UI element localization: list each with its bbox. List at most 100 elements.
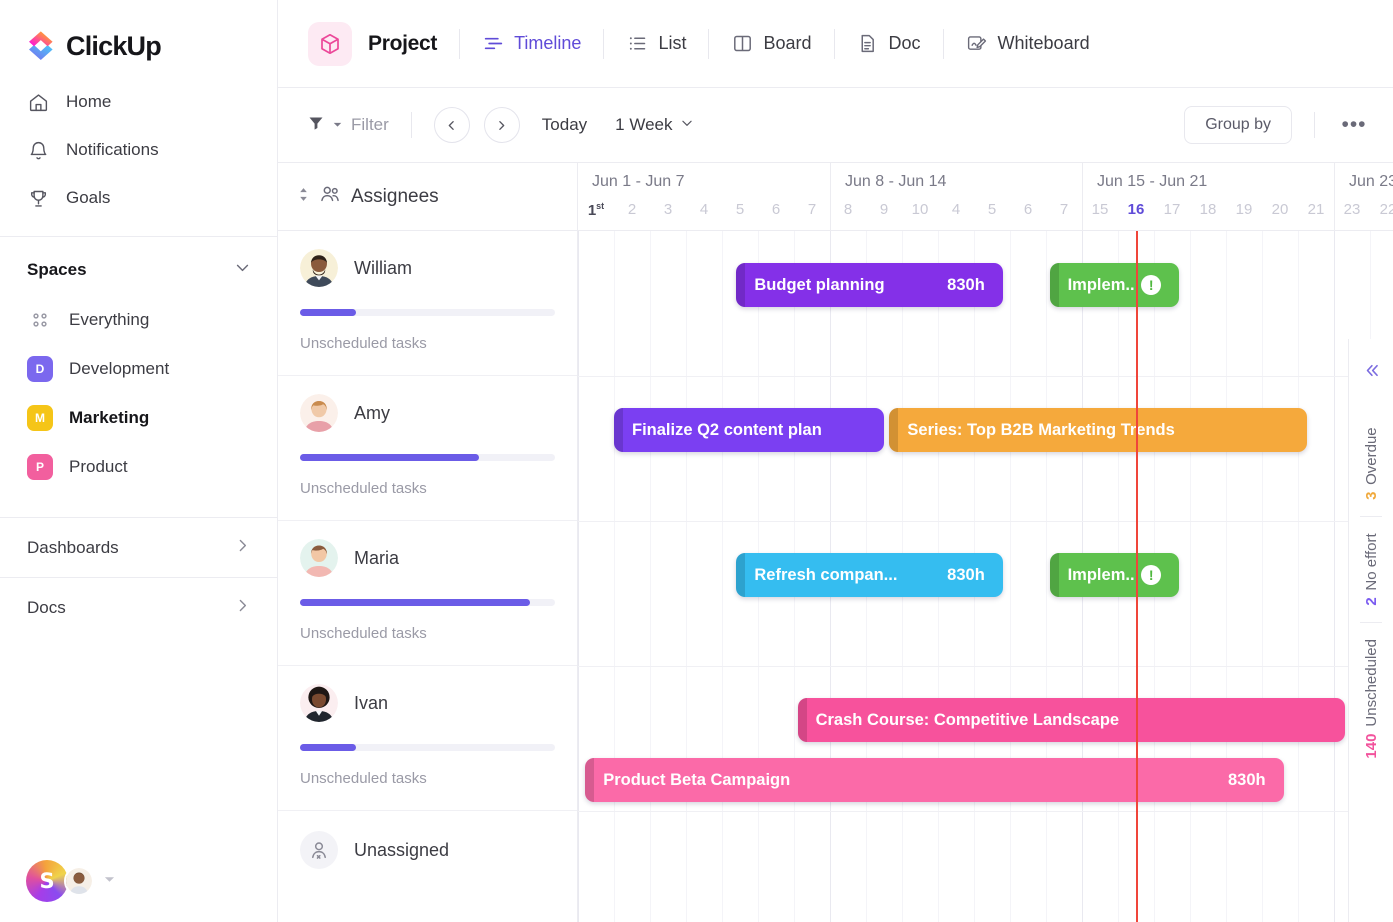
sidebar-item-development-label: Development: [69, 358, 170, 378]
assignee-header[interactable]: Ivan: [278, 666, 577, 722]
task-bar[interactable]: Refresh compan... 830h: [736, 553, 1003, 597]
rail-no-effort-count: 2: [1362, 597, 1380, 606]
sidebar-item-goals[interactable]: Goals: [0, 174, 277, 222]
filter-button[interactable]: Filter: [308, 115, 389, 136]
rail-unscheduled-label: Unscheduled: [1362, 638, 1380, 727]
unscheduled-tasks-label[interactable]: Unscheduled tasks: [278, 335, 577, 352]
chevron-down-icon[interactable]: [234, 259, 251, 281]
space-badge-product: P: [27, 453, 53, 480]
grid-line: [614, 231, 615, 922]
timeline-group-column: Assignees William Unscheduled tasks Amy …: [278, 163, 578, 922]
list-icon: [626, 33, 648, 55]
sidebar-footer-nav: Dashboards Docs: [0, 517, 277, 637]
task-bar[interactable]: Implem..: [1049, 553, 1180, 597]
divider: [1314, 112, 1315, 138]
assignee-header[interactable]: Unassigned: [278, 811, 577, 869]
tab-timeline[interactable]: Timeline: [482, 33, 581, 55]
day-tick: 4: [951, 201, 961, 218]
divider: [1360, 621, 1382, 623]
logo[interactable]: ClickUp: [0, 0, 277, 70]
task-bar[interactable]: Implem..: [1049, 263, 1180, 307]
task-bar-label: Implem..: [1067, 275, 1135, 294]
unscheduled-tasks-label[interactable]: Unscheduled tasks: [278, 625, 577, 642]
timeline-side-rail: 3 Overdue 2 No effort 140 Unscheduled: [1348, 339, 1393, 922]
task-bar-label: Finalize Q2 content plan: [632, 420, 822, 439]
rail-item-unscheduled[interactable]: 140 Unscheduled: [1363, 639, 1380, 759]
divider: [459, 28, 461, 59]
task-bar[interactable]: Series: Top B2B Marketing Trends: [889, 408, 1307, 452]
sidebar-item-dashboards[interactable]: Dashboards: [0, 517, 277, 577]
task-bar[interactable]: Crash Course: Competitive Landscape: [797, 698, 1345, 742]
day-tick: 16: [1127, 201, 1145, 218]
task-bar-label: Crash Course: Competitive Landscape: [815, 710, 1120, 729]
sidebar-item-development[interactable]: D Development: [0, 344, 277, 393]
task-bar[interactable]: Product Beta Campaign 830h: [585, 758, 1284, 802]
tab-board[interactable]: Board: [731, 33, 812, 55]
spaces-section-header[interactable]: Spaces: [0, 237, 277, 295]
trophy-icon: [27, 187, 49, 209]
sidebar-item-home[interactable]: Home: [0, 78, 277, 126]
task-bar-label: Refresh compan...: [754, 565, 898, 584]
grid-line: [650, 231, 651, 922]
day-tick: 17: [1163, 201, 1181, 218]
sidebar-item-everything-label: Everything: [69, 309, 150, 329]
sort-icon[interactable]: [298, 187, 309, 207]
unassigned-user-icon: [300, 831, 338, 869]
more-options-button[interactable]: •••: [1337, 108, 1371, 142]
filter-label: Filter: [351, 115, 389, 134]
tab-list-label: List: [658, 33, 687, 53]
avatar-secondary[interactable]: [64, 866, 94, 896]
sidebar-item-everything[interactable]: Everything: [0, 295, 277, 344]
tab-doc[interactable]: Doc: [857, 33, 921, 55]
assignee-name: Ivan: [354, 692, 389, 713]
task-bar-label: Budget planning: [754, 275, 885, 294]
workload-progress: [300, 454, 555, 461]
next-period-button[interactable]: [483, 107, 520, 143]
tab-doc-label: Doc: [888, 33, 921, 53]
divider: [833, 28, 835, 59]
sidebar-item-marketing[interactable]: M Marketing: [0, 393, 277, 442]
day-tick: 6: [1023, 201, 1033, 218]
unscheduled-tasks-label[interactable]: Unscheduled tasks: [278, 770, 577, 787]
rail-item-no-effort[interactable]: 2 No effort: [1363, 533, 1380, 606]
assignees-column-header[interactable]: Assignees: [278, 163, 577, 231]
timeline-icon: [482, 33, 504, 55]
sidebar-item-docs[interactable]: Docs: [0, 577, 277, 637]
chevron-double-left-icon[interactable]: [1362, 361, 1381, 385]
group-by-button[interactable]: Group by: [1184, 106, 1292, 144]
task-bar[interactable]: Budget planning 830h: [736, 263, 1003, 307]
today-button[interactable]: Today: [542, 115, 587, 135]
avatar[interactable]: S: [26, 860, 68, 902]
assignee-header[interactable]: Maria: [278, 521, 577, 577]
tab-list[interactable]: List: [626, 33, 686, 55]
divider: [1360, 515, 1382, 517]
assignee-name: Amy: [354, 402, 390, 423]
week-column: Jun 23 - Jun: [1334, 163, 1393, 231]
sidebar-item-notifications[interactable]: Notifications: [0, 126, 277, 174]
task-bar-hours: 830h: [947, 565, 985, 584]
assignee-header[interactable]: Amy: [278, 376, 577, 432]
rail-item-overdue[interactable]: 3 Overdue: [1363, 427, 1380, 500]
sidebar-item-product[interactable]: P Product: [0, 442, 277, 491]
zoom-level-select[interactable]: 1 Week: [615, 115, 694, 135]
avatar-william: [300, 249, 338, 287]
task-bar[interactable]: Finalize Q2 content plan: [614, 408, 884, 452]
timeline-row-amy: Amy Unscheduled tasks: [278, 376, 577, 521]
avatar-amy: [300, 394, 338, 432]
assignee-header[interactable]: William: [278, 231, 577, 287]
space-badge-development: D: [27, 355, 53, 382]
user-account-bar[interactable]: S: [0, 840, 278, 922]
day-tick: 21: [1307, 201, 1325, 218]
task-bar-label: Implem..: [1067, 565, 1135, 584]
user-menu-caret-icon[interactable]: [104, 872, 115, 890]
day-tick: 8: [843, 201, 853, 218]
workload-progress-fill: [300, 309, 357, 316]
week-column: Jun 15 - Jun 21: [1082, 163, 1334, 231]
previous-period-button[interactable]: [433, 107, 470, 143]
week-label: Jun 23 - Jun: [1349, 173, 1393, 190]
day-tick: 10: [911, 201, 929, 218]
tab-whiteboard[interactable]: Whiteboard: [966, 33, 1090, 55]
grid-line: [686, 231, 687, 922]
unscheduled-tasks-label[interactable]: Unscheduled tasks: [278, 480, 577, 497]
primary-nav: Home Notifications Goals: [0, 70, 277, 222]
